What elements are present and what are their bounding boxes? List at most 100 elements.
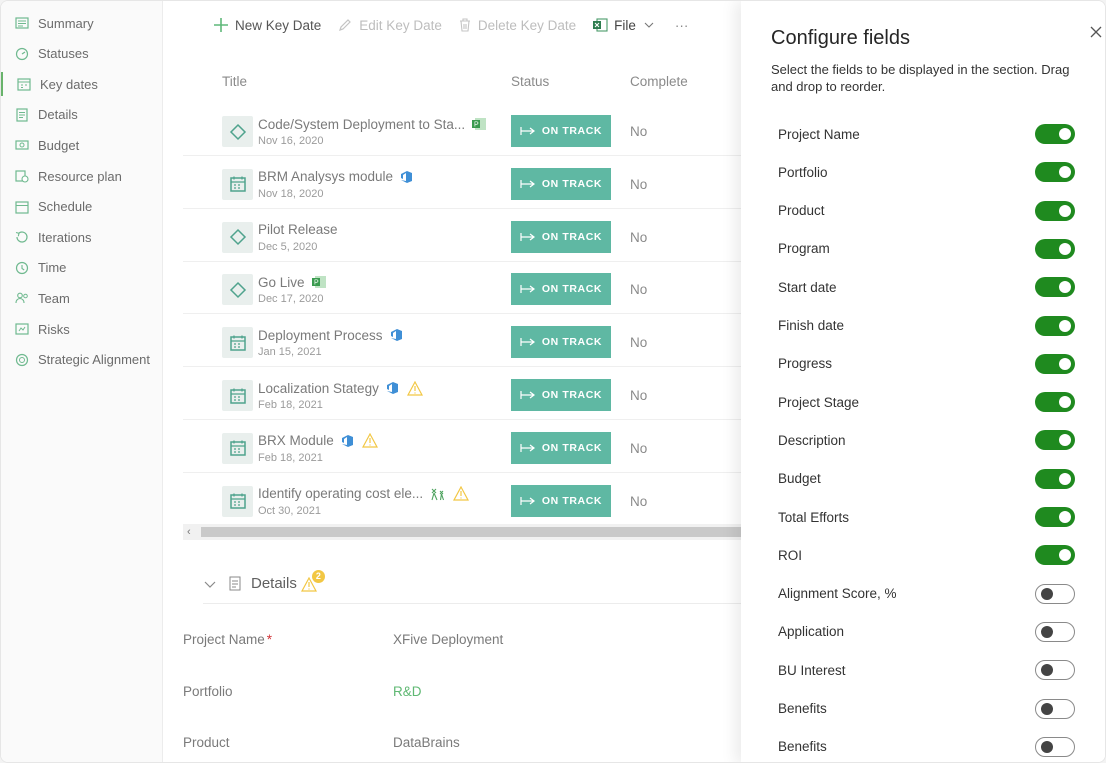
field-toggle-row[interactable]: Benefits	[778, 735, 1075, 759]
field-toggle-switch[interactable]	[1035, 621, 1075, 642]
chevron-down-icon[interactable]	[203, 577, 217, 591]
details-section-header[interactable]: Details 2	[203, 564, 741, 604]
column-header-status[interactable]: Status	[511, 74, 549, 89]
field-toggle-row[interactable]: Product	[778, 199, 1075, 223]
sidebar-item-key-dates[interactable]: Key dates	[1, 72, 163, 97]
column-header-complete[interactable]: Complete	[630, 74, 688, 89]
field-toggle-row[interactable]: Application	[778, 620, 1075, 644]
row-title-text[interactable]: BRM Analysys module	[258, 169, 393, 184]
project-icon: P	[311, 276, 326, 289]
row-title-text[interactable]: Code/System Deployment to Sta...	[258, 117, 465, 132]
field-toggle-switch[interactable]	[1035, 392, 1075, 413]
column-header-title[interactable]: Title	[222, 74, 247, 89]
sidebar-item-time[interactable]: Time	[1, 256, 163, 280]
table-row[interactable]: Go Live P Dec 17, 2020 ON TRACK No	[183, 261, 741, 315]
row-title[interactable]: Code/System Deployment to Sta... P	[258, 116, 487, 132]
field-toggle-row[interactable]: Program	[778, 237, 1075, 261]
panel-title: Configure fields	[771, 27, 910, 49]
row-title[interactable]: BRM Analysys module	[258, 169, 415, 185]
row-title[interactable]: Pilot Release	[258, 222, 338, 237]
status-badge[interactable]: ON TRACK	[511, 167, 611, 200]
field-toggle-switch[interactable]	[1035, 583, 1075, 604]
table-row[interactable]: BRX Module Feb 18, 2021 ON TRACK No	[183, 420, 741, 473]
toggle-knob	[1059, 434, 1071, 447]
row-title[interactable]: Deployment Process	[258, 327, 405, 343]
field-toggle-switch[interactable]	[1035, 698, 1075, 719]
edit-key-date-button[interactable]: Edit Key Date	[337, 17, 442, 33]
delete-key-date-button[interactable]: Delete Key Date	[458, 17, 576, 33]
sidebar-item-details[interactable]: Details	[1, 103, 163, 127]
toggle-knob	[1059, 511, 1071, 523]
field-toggle-row[interactable]: Project Stage	[778, 390, 1075, 414]
table-row[interactable]: Deployment Process Jan 15, 2021 ON TRACK…	[183, 314, 741, 368]
field-toggle-row[interactable]: ROI	[778, 543, 1075, 567]
field-toggle-switch[interactable]	[1035, 545, 1075, 566]
sidebar-item-risks[interactable]: Risks	[1, 317, 163, 341]
table-row[interactable]: Identify operating cost ele... Oct 30, 2…	[183, 473, 741, 526]
field-toggle-row[interactable]: Start date	[778, 275, 1075, 299]
table-row[interactable]: Localization Stategy Feb 18, 2021 ON TRA…	[183, 367, 741, 420]
horizontal-scrollbar[interactable]: ‹	[183, 524, 741, 540]
field-toggle-switch[interactable]	[1035, 507, 1075, 527]
file-menu-button[interactable]: File	[592, 17, 655, 33]
row-title-text[interactable]: Go Live	[258, 275, 305, 290]
row-title-text[interactable]: Localization Stategy	[258, 381, 379, 396]
sidebar-item-summary[interactable]: Summary	[1, 11, 163, 35]
field-toggle-row[interactable]: Total Efforts	[778, 505, 1075, 529]
table-row[interactable]: Code/System Deployment to Sta... P Nov 16…	[183, 103, 741, 156]
field-toggle-switch[interactable]	[1035, 736, 1075, 757]
sidebar-item-budget[interactable]: Budget	[1, 133, 163, 157]
toggle-knob	[1041, 740, 1053, 753]
table-row[interactable]: BRM Analysys module Nov 18, 2020 ON TRAC…	[183, 156, 741, 209]
field-toggle-row[interactable]: Project Name	[778, 122, 1075, 146]
field-toggle-row[interactable]: Budget	[778, 467, 1075, 491]
field-toggle-switch[interactable]	[1035, 124, 1075, 144]
field-toggle-switch[interactable]	[1035, 162, 1075, 183]
scroll-left-icon[interactable]: ‹	[187, 526, 191, 538]
status-badge[interactable]: ON TRACK	[511, 273, 611, 306]
row-title[interactable]: Go Live P	[258, 274, 327, 290]
sidebar-item-team[interactable]: Team	[1, 286, 163, 310]
sidebar-item-schedule[interactable]: Schedule	[1, 195, 163, 219]
row-title[interactable]: BRX Module	[258, 433, 378, 449]
sidebar-item-strategic-alignment[interactable]: Strategic Alignment	[1, 348, 163, 372]
sidebar-item-iterations[interactable]: Iterations	[1, 225, 163, 249]
field-toggle-switch[interactable]	[1035, 315, 1075, 336]
sidebar-item-resource-plan[interactable]: Resource plan	[1, 164, 163, 188]
field-toggle-row[interactable]: Finish date	[778, 314, 1075, 338]
row-title[interactable]: Identify operating cost ele...	[258, 486, 470, 502]
field-toggle-switch[interactable]	[1035, 353, 1075, 374]
field-toggle-switch[interactable]	[1035, 430, 1075, 451]
field-toggle-row[interactable]: Alignment Score, %	[778, 582, 1075, 606]
field-toggle-row[interactable]: Description	[778, 428, 1075, 452]
status-badge[interactable]: ON TRACK	[511, 379, 611, 411]
row-title-text[interactable]: Pilot Release	[258, 222, 338, 237]
table-row[interactable]: Pilot Release Dec 5, 2020 ON TRACK No	[183, 209, 741, 262]
field-value[interactable]: R&D	[393, 684, 422, 699]
scrollbar-thumb[interactable]	[201, 527, 741, 537]
row-title-text[interactable]: Identify operating cost ele...	[258, 486, 423, 501]
field-toggle-switch[interactable]	[1035, 200, 1075, 221]
field-toggle-row[interactable]: BU Interest	[778, 658, 1075, 682]
field-toggle-row[interactable]: Portfolio	[778, 160, 1075, 184]
field-toggle-switch[interactable]	[1035, 238, 1075, 259]
sidebar-item-label: Resource plan	[38, 168, 122, 184]
row-title-text[interactable]: BRX Module	[258, 433, 334, 448]
new-key-date-button[interactable]: New Key Date	[213, 17, 321, 33]
sidebar-item-statuses[interactable]: Statuses	[1, 42, 163, 66]
close-icon[interactable]	[1087, 23, 1105, 41]
status-badge[interactable]: ON TRACK	[511, 220, 611, 253]
status-badge[interactable]: ON TRACK	[511, 484, 611, 517]
field-toggle-switch[interactable]	[1035, 277, 1075, 298]
toggle-knob	[1041, 587, 1053, 600]
status-badge[interactable]: ON TRACK	[511, 431, 611, 464]
status-badge[interactable]: ON TRACK	[511, 326, 611, 359]
field-toggle-switch[interactable]	[1035, 660, 1075, 681]
row-title-text[interactable]: Deployment Process	[258, 328, 383, 343]
field-toggle-switch[interactable]	[1035, 468, 1075, 489]
more-options-button[interactable]: ···	[675, 18, 689, 33]
field-toggle-row[interactable]: Progress	[778, 352, 1075, 376]
status-badge[interactable]: ON TRACK	[511, 115, 611, 147]
field-toggle-row[interactable]: Benefits	[778, 697, 1075, 721]
row-title[interactable]: Localization Stategy	[258, 380, 423, 396]
